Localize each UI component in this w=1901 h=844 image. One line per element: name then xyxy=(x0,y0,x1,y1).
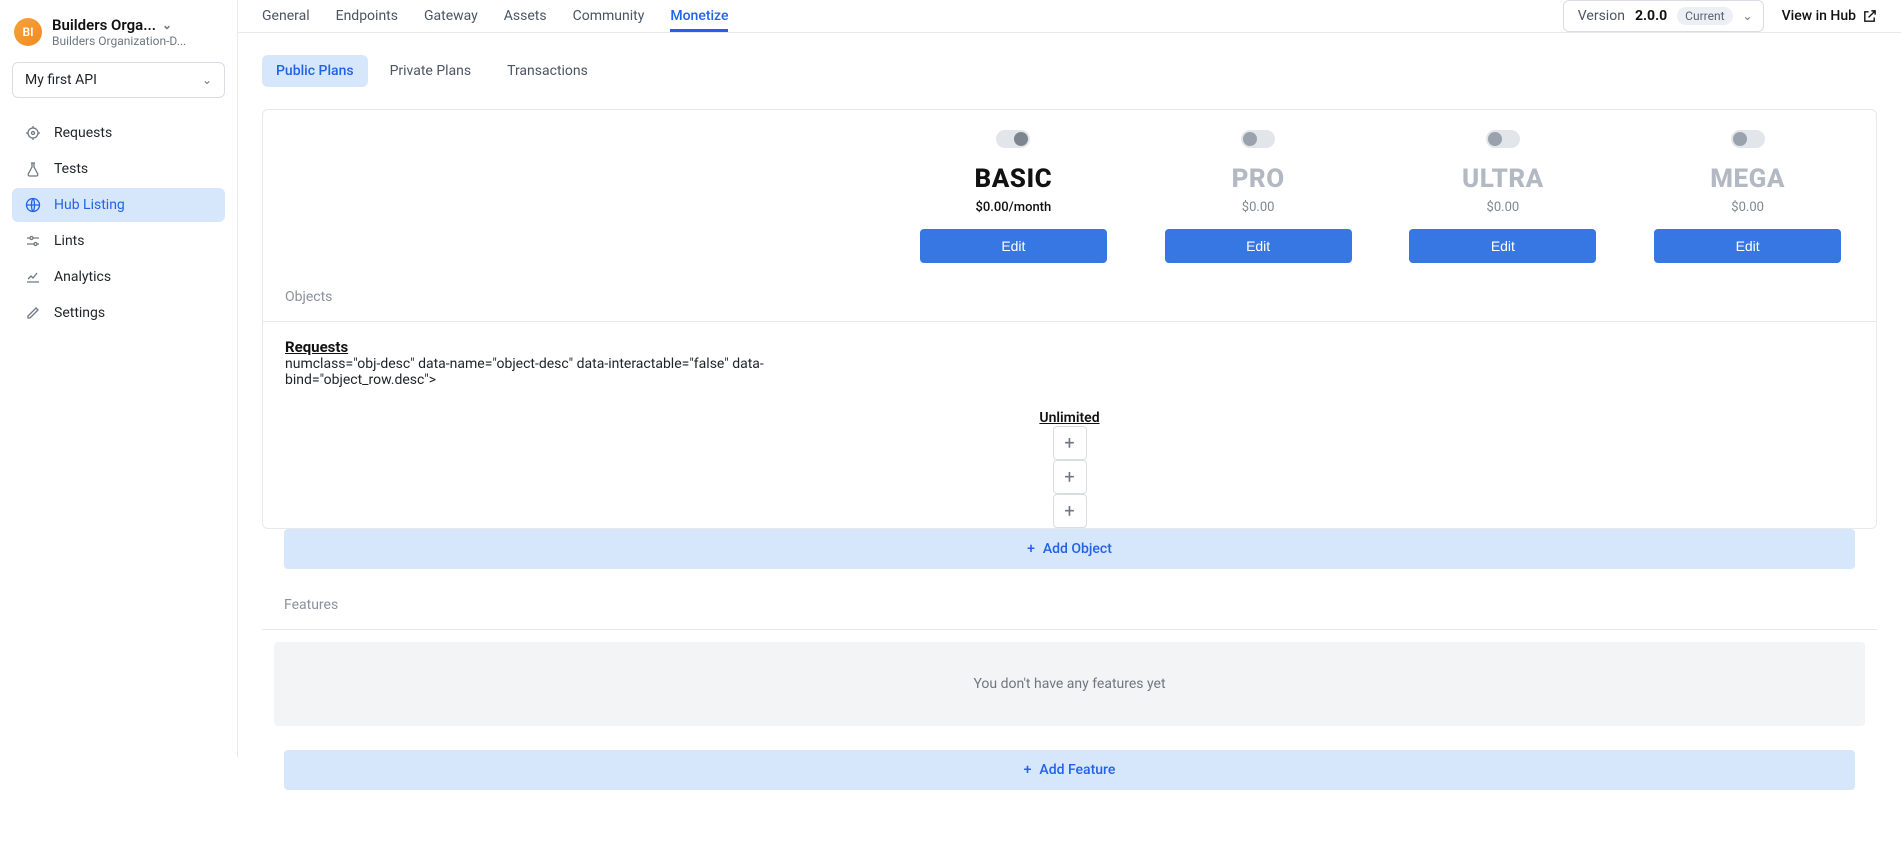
org-avatar: BI xyxy=(14,18,42,46)
tab-gateway[interactable]: Gateway xyxy=(424,0,478,32)
plans-panel: BASIC $0.00/month Edit PRO $0.00 Edit UL… xyxy=(262,109,1877,529)
sliders-icon xyxy=(24,232,42,250)
plan-header-row: BASIC $0.00/month Edit PRO $0.00 Edit UL… xyxy=(263,110,1876,285)
object-add-pro[interactable]: + xyxy=(1053,426,1087,460)
tab-community[interactable]: Community xyxy=(573,0,645,32)
org-switcher[interactable]: BI Builders Orga... ⌄ Builders Organizat… xyxy=(12,12,225,48)
globe-icon xyxy=(24,196,42,214)
sidebar: BI Builders Orga... ⌄ Builders Organizat… xyxy=(0,0,238,757)
version-label: Version xyxy=(1578,8,1625,24)
add-object-label: Add Object xyxy=(1043,541,1112,557)
tab-general[interactable]: General xyxy=(262,0,310,32)
subtab-label: Transactions xyxy=(507,63,588,79)
target-icon xyxy=(24,124,42,142)
chevron-down-icon: ⌄ xyxy=(202,73,212,87)
sidebar-item-tests[interactable]: Tests xyxy=(12,152,225,186)
plan-edit-button-mega[interactable]: Edit xyxy=(1654,229,1841,263)
chevron-down-icon: ⌄ xyxy=(1743,9,1753,23)
org-title: Builders Orga... xyxy=(52,16,156,34)
plan-price: $0.00 xyxy=(1242,200,1275,215)
section-label-features: Features xyxy=(262,593,1877,629)
object-value-basic[interactable]: Unlimited xyxy=(1039,410,1099,426)
tab-label: General xyxy=(262,8,310,24)
plan-name: MEGA xyxy=(1710,164,1785,194)
plan-price: $0.00 xyxy=(1731,200,1764,215)
version-badge: Current xyxy=(1677,7,1732,25)
version-value: 2.0.0 xyxy=(1635,8,1667,24)
api-selector-label: My first API xyxy=(25,72,97,88)
view-in-hub-link[interactable]: View in Hub xyxy=(1782,8,1877,24)
org-subtitle: Builders Organization-D... xyxy=(52,34,223,48)
version-selector[interactable]: Version 2.0.0 Current ⌄ xyxy=(1563,0,1764,32)
sidebar-item-label: Requests xyxy=(54,125,112,141)
sidebar-item-label: Lints xyxy=(54,233,84,249)
add-feature-label: Add Feature xyxy=(1039,762,1115,778)
subtab-public-plans[interactable]: Public Plans xyxy=(262,55,368,87)
topbar: General Endpoints Gateway Assets Communi… xyxy=(238,0,1901,33)
object-add-ultra[interactable]: + xyxy=(1053,460,1087,494)
subtab-private-plans[interactable]: Private Plans xyxy=(376,55,486,87)
sidebar-nav: Requests Tests Hub Listing Lints xyxy=(12,116,225,330)
tab-label: Assets xyxy=(504,8,547,24)
features-empty-state: You don't have any features yet xyxy=(274,642,1865,726)
sidebar-item-analytics[interactable]: Analytics xyxy=(12,260,225,294)
view-in-hub-label: View in Hub xyxy=(1782,8,1856,24)
plan-price: $0.00/month xyxy=(976,200,1052,215)
top-tabs: General Endpoints Gateway Assets Communi… xyxy=(262,0,728,32)
sidebar-item-requests[interactable]: Requests xyxy=(12,116,225,150)
plan-edit-button-pro[interactable]: Edit xyxy=(1165,229,1352,263)
subtab-transactions[interactable]: Transactions xyxy=(493,55,602,87)
plan-name: PRO xyxy=(1232,164,1285,194)
plan-edit-button-ultra[interactable]: Edit xyxy=(1409,229,1596,263)
plan-name: ULTRA xyxy=(1462,164,1544,194)
chart-line-icon xyxy=(24,268,42,286)
sidebar-item-label: Tests xyxy=(54,161,88,177)
sidebar-item-label: Analytics xyxy=(54,269,111,285)
section-label-objects: Objects xyxy=(263,285,1876,321)
flask-icon xyxy=(24,160,42,178)
plan-edit-button-basic[interactable]: Edit xyxy=(920,229,1107,263)
tab-label: Monetize xyxy=(670,8,728,24)
sidebar-item-label: Settings xyxy=(54,305,105,321)
add-object-button[interactable]: + Add Object xyxy=(284,529,1855,569)
add-feature-button[interactable]: + Add Feature xyxy=(284,750,1855,790)
plus-icon: + xyxy=(1024,762,1032,778)
plan-col-basic: BASIC $0.00/month Edit xyxy=(907,130,1120,263)
chevron-down-icon: ⌄ xyxy=(162,18,172,32)
plan-toggle-ultra[interactable] xyxy=(1486,130,1520,148)
sidebar-item-label: Hub Listing xyxy=(54,197,125,213)
plan-toggle-basic[interactable] xyxy=(996,130,1030,148)
object-add-mega[interactable]: + xyxy=(1053,494,1087,528)
external-link-icon xyxy=(1862,9,1877,24)
object-row: Requests numclass="obj-desc" data-name="… xyxy=(263,321,1876,410)
plan-col-ultra: ULTRA $0.00 Edit xyxy=(1397,130,1610,263)
plan-name: BASIC xyxy=(975,164,1053,194)
tab-label: Community xyxy=(573,8,645,24)
api-selector[interactable]: My first API ⌄ xyxy=(12,62,225,98)
plan-col-pro: PRO $0.00 Edit xyxy=(1152,130,1365,263)
sidebar-item-settings[interactable]: Settings xyxy=(12,296,225,330)
plan-toggle-pro[interactable] xyxy=(1241,130,1275,148)
plan-toggle-mega[interactable] xyxy=(1731,130,1765,148)
tab-assets[interactable]: Assets xyxy=(504,0,547,32)
plus-icon: + xyxy=(1027,541,1035,557)
monetize-subtabs: Public Plans Private Plans Transactions xyxy=(262,55,1877,87)
tab-label: Gateway xyxy=(424,8,478,24)
tab-endpoints[interactable]: Endpoints xyxy=(336,0,398,32)
sidebar-item-hub-listing[interactable]: Hub Listing xyxy=(12,188,225,222)
tab-label: Endpoints xyxy=(336,8,398,24)
plan-price: $0.00 xyxy=(1487,200,1520,215)
pencil-icon xyxy=(24,304,42,322)
plan-col-mega: MEGA $0.00 Edit xyxy=(1641,130,1854,263)
subtab-label: Private Plans xyxy=(390,63,472,79)
subtab-label: Public Plans xyxy=(276,63,354,79)
object-title[interactable]: Requests xyxy=(285,338,875,356)
main: General Endpoints Gateway Assets Communi… xyxy=(238,0,1901,757)
tab-monetize[interactable]: Monetize xyxy=(670,0,728,32)
sidebar-item-lints[interactable]: Lints xyxy=(12,224,225,258)
